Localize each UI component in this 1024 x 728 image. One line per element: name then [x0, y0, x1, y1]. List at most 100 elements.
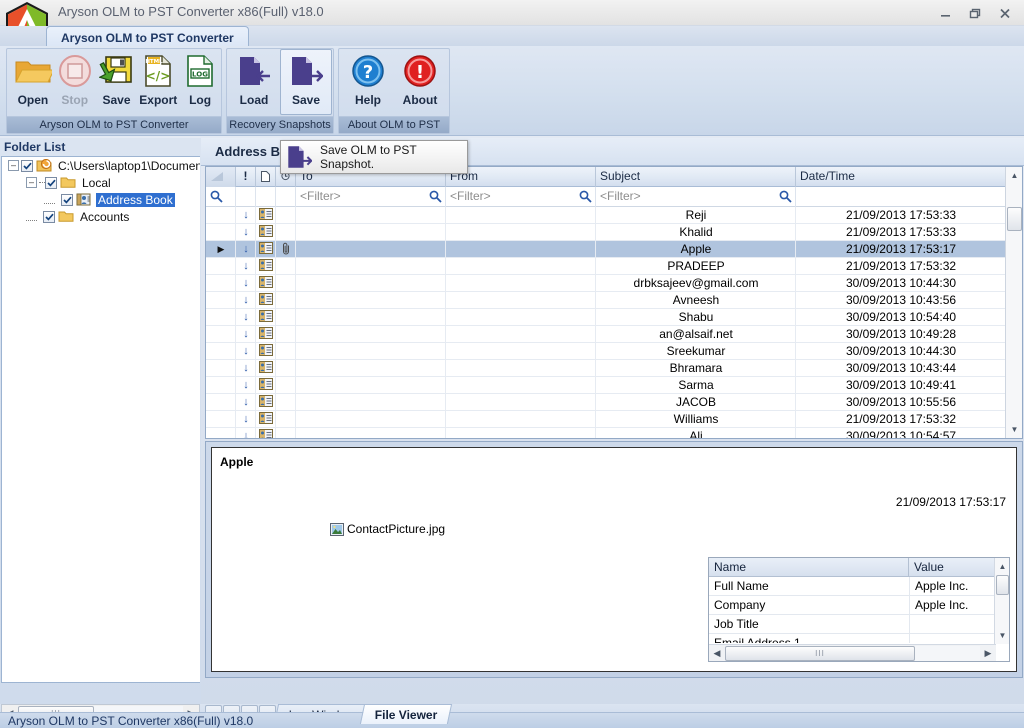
grid-filter-row[interactable]: <Filter> <Filter> <Filter>: [206, 187, 1022, 207]
minimize-button[interactable]: [930, 2, 960, 24]
search-icon-subject[interactable]: [779, 190, 792, 207]
table-row[interactable]: ↓ Reji 21/09/2013 17:53:33: [206, 207, 1022, 224]
open-button[interactable]: Open: [12, 50, 54, 116]
table-row[interactable]: ↓ JACOB 30/09/2013 10:55:56: [206, 394, 1022, 411]
checkbox-address-book[interactable]: [61, 193, 73, 206]
table-row[interactable]: ↓ Ali 30/09/2013 10:54:57: [206, 428, 1022, 439]
contact-properties-grid[interactable]: Name Value Full Name Apple Inc. Company App…: [708, 557, 1010, 662]
filter-from[interactable]: <Filter>: [446, 187, 596, 207]
olm-file-icon: [36, 158, 52, 173]
table-row[interactable]: ↓ an@alsaif.net 30/09/2013 10:49:28: [206, 326, 1022, 343]
properties-scroll-up-icon[interactable]: ▲: [995, 558, 1009, 575]
property-row[interactable]: Email Address 1: [709, 634, 1009, 643]
grid-rows[interactable]: ↓ Reji 21/09/2013 17:53:33 ↓ Khalid 21/09/201…: [206, 207, 1022, 439]
properties-horizontal-scrollbar[interactable]: ◀ III ▶: [709, 644, 996, 661]
table-row[interactable]: ↓ Sarma 30/09/2013 10:49:41: [206, 377, 1022, 394]
tree-node-address-book[interactable]: Address Book: [2, 191, 200, 208]
cell-subject: an@alsaif.net: [659, 327, 733, 341]
filter-type[interactable]: [256, 187, 276, 207]
grid-header-subject[interactable]: Subject: [596, 167, 796, 187]
cell-to: [296, 275, 446, 291]
save-button[interactable]: Save: [96, 50, 138, 116]
properties-vertical-scrollbar[interactable]: ▲ ▼: [994, 558, 1009, 644]
ribbon-group-snapshots-caption: Recovery Snapshots: [227, 116, 333, 133]
viewer-attachment[interactable]: ContactPicture.jpg: [330, 522, 445, 536]
scroll-up-icon[interactable]: ▲: [1006, 167, 1022, 184]
properties-scroll-right-icon[interactable]: ▶: [980, 646, 996, 661]
property-name: Email Address 1: [714, 636, 801, 643]
cell-datetime: 30/09/2013 10:44:30: [845, 276, 957, 290]
open-button-label: Open: [17, 93, 49, 107]
grid-header-from[interactable]: From: [446, 167, 596, 187]
message-grid[interactable]: ! To From Subject Date/Time <Filter> <Fi…: [205, 166, 1023, 439]
row-direction-icon: ↓: [243, 277, 249, 289]
folder-tree[interactable]: – C:\Users\laptop1\Documen – Local Addre…: [1, 156, 200, 683]
properties-scroll-left-icon[interactable]: ◀: [709, 646, 725, 661]
table-row[interactable]: ↓ Shabu 30/09/2013 10:54:40: [206, 309, 1022, 326]
snapshot-load-button[interactable]: Load: [228, 50, 280, 116]
tree-node-root[interactable]: – C:\Users\laptop1\Documen: [2, 157, 200, 174]
table-row[interactable]: ↓ Avneesh 30/09/2013 10:43:56: [206, 292, 1022, 309]
property-row[interactable]: Full Name Apple Inc.: [709, 577, 1009, 596]
contact-properties-rows[interactable]: Full Name Apple Inc. Company Apple Inc. Job …: [709, 577, 1009, 643]
property-row[interactable]: Job Title: [709, 615, 1009, 634]
grid-header-datetime[interactable]: Date/Time: [796, 167, 1006, 187]
table-row[interactable]: ↓ Williams 21/09/2013 17:53:32: [206, 411, 1022, 428]
stop-button[interactable]: Stop: [54, 50, 96, 116]
table-row[interactable]: ↓ Bhramara 30/09/2013 10:43:44: [206, 360, 1022, 377]
filter-subject[interactable]: <Filter>: [596, 187, 796, 207]
log-button[interactable]: LOG Log: [179, 50, 221, 116]
close-button[interactable]: [990, 2, 1020, 24]
row-direction-icon: ↓: [243, 226, 249, 238]
cell-datetime: 30/09/2013 10:54:57: [845, 429, 957, 439]
help-button[interactable]: ? Help: [342, 50, 394, 116]
contact-properties-header-value[interactable]: Value: [909, 558, 996, 577]
tree-node-accounts[interactable]: Accounts: [2, 208, 200, 225]
ribbon-tab-main[interactable]: Aryson OLM to PST Converter: [46, 26, 249, 47]
properties-scroll-thumb[interactable]: [996, 575, 1009, 595]
cell-subject: Shabu: [678, 310, 714, 324]
property-value: [909, 634, 996, 643]
grid-scroll-thumb[interactable]: [1007, 207, 1022, 231]
search-icon-from[interactable]: [579, 190, 592, 207]
cell-datetime: 30/09/2013 10:44:30: [845, 344, 957, 358]
table-row[interactable]: ↓ PRADEEP 21/09/2013 17:53:32: [206, 258, 1022, 275]
cell-subject: Williams: [673, 412, 719, 426]
cell-datetime: 30/09/2013 10:49:28: [845, 327, 957, 341]
table-row[interactable]: ↓ Khalid 21/09/2013 17:53:33: [206, 224, 1022, 241]
export-button[interactable]: HTML </> Export: [137, 50, 179, 116]
cell-subject: Ali: [689, 429, 703, 439]
snapshot-save-button[interactable]: Save: [280, 49, 332, 115]
restore-button[interactable]: [960, 2, 990, 24]
table-row[interactable]: ↓ Sreekumar 30/09/2013 10:44:30: [206, 343, 1022, 360]
contact-properties-header-name[interactable]: Name: [709, 558, 909, 577]
filter-datetime[interactable]: [796, 187, 1006, 207]
property-row[interactable]: Company Apple Inc.: [709, 596, 1009, 615]
checkbox-local[interactable]: [45, 176, 57, 189]
properties-scroll-down-icon[interactable]: ▼: [995, 627, 1009, 644]
properties-hscroll-thumb[interactable]: III: [725, 645, 915, 661]
table-row[interactable]: ↓ drbksajeev@gmail.com 30/09/2013 10:44:30: [206, 275, 1022, 292]
scroll-down-icon[interactable]: ▼: [1006, 421, 1022, 438]
properties-hscroll-track[interactable]: III: [725, 645, 980, 661]
filter-to-text: <Filter>: [300, 189, 341, 203]
about-exclamation-icon: !: [403, 50, 437, 92]
search-icon-to[interactable]: [429, 190, 442, 207]
grid-vertical-scrollbar[interactable]: ▲ ▼: [1005, 167, 1022, 438]
filter-importance[interactable]: [236, 187, 256, 207]
bottom-tab-file-viewer[interactable]: File Viewer: [359, 704, 453, 724]
grid-header-type[interactable]: [256, 167, 276, 187]
checkbox-root[interactable]: [21, 159, 33, 172]
tree-node-local[interactable]: – Local: [2, 174, 200, 191]
grid-header-importance[interactable]: !: [236, 167, 256, 187]
about-button[interactable]: ! About: [394, 50, 446, 116]
filter-to[interactable]: <Filter>: [296, 187, 446, 207]
table-row[interactable]: ▶ ↓ Apple 21/09/2013 17:53:17: [206, 241, 1022, 258]
checkbox-accounts[interactable]: [43, 210, 55, 223]
contact-card-icon: [256, 377, 276, 393]
collapse-icon[interactable]: –: [8, 160, 19, 171]
filter-attachment[interactable]: [276, 187, 296, 207]
collapse-icon-local[interactable]: –: [26, 177, 37, 188]
filter-indicator[interactable]: [206, 187, 236, 207]
cell-subject: Sarma: [678, 378, 714, 392]
